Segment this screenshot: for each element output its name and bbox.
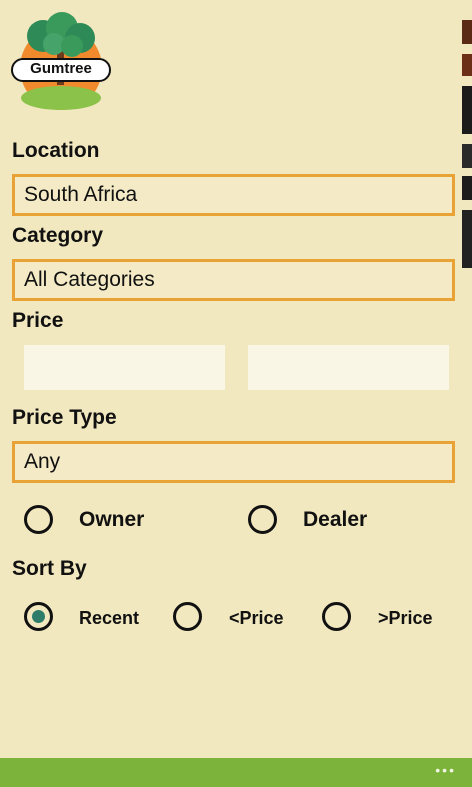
sort-by-label: Sort By xyxy=(12,557,87,580)
edge-thumbnails xyxy=(462,20,472,270)
more-icon[interactable]: ••• xyxy=(435,762,456,778)
logo-text: Gumtree xyxy=(30,60,92,77)
sort-recent-radio[interactable] xyxy=(24,602,53,631)
sort-price-asc-radio[interactable] xyxy=(173,602,202,631)
app-bar: ••• xyxy=(0,758,472,787)
dealer-label[interactable]: Dealer xyxy=(303,508,367,532)
gumtree-logo: Gumtree xyxy=(10,10,112,112)
price-max-input[interactable] xyxy=(248,345,449,390)
location-select[interactable]: South Africa xyxy=(12,174,455,216)
category-select[interactable]: All Categories xyxy=(12,259,455,301)
price-min-input[interactable] xyxy=(24,345,225,390)
sort-price-desc-radio[interactable] xyxy=(322,602,351,631)
sort-recent-label[interactable]: Recent xyxy=(79,608,139,629)
sort-price-asc-label[interactable]: <Price xyxy=(229,608,284,629)
dealer-radio[interactable] xyxy=(248,505,277,534)
price-label: Price xyxy=(12,309,64,332)
category-label: Category xyxy=(12,224,104,247)
location-label: Location xyxy=(12,139,100,162)
owner-label[interactable]: Owner xyxy=(79,508,144,532)
price-type-label: Price Type xyxy=(12,406,117,429)
sort-price-desc-label[interactable]: >Price xyxy=(378,608,433,629)
owner-radio[interactable] xyxy=(24,505,53,534)
price-type-select[interactable]: Any xyxy=(12,441,455,483)
